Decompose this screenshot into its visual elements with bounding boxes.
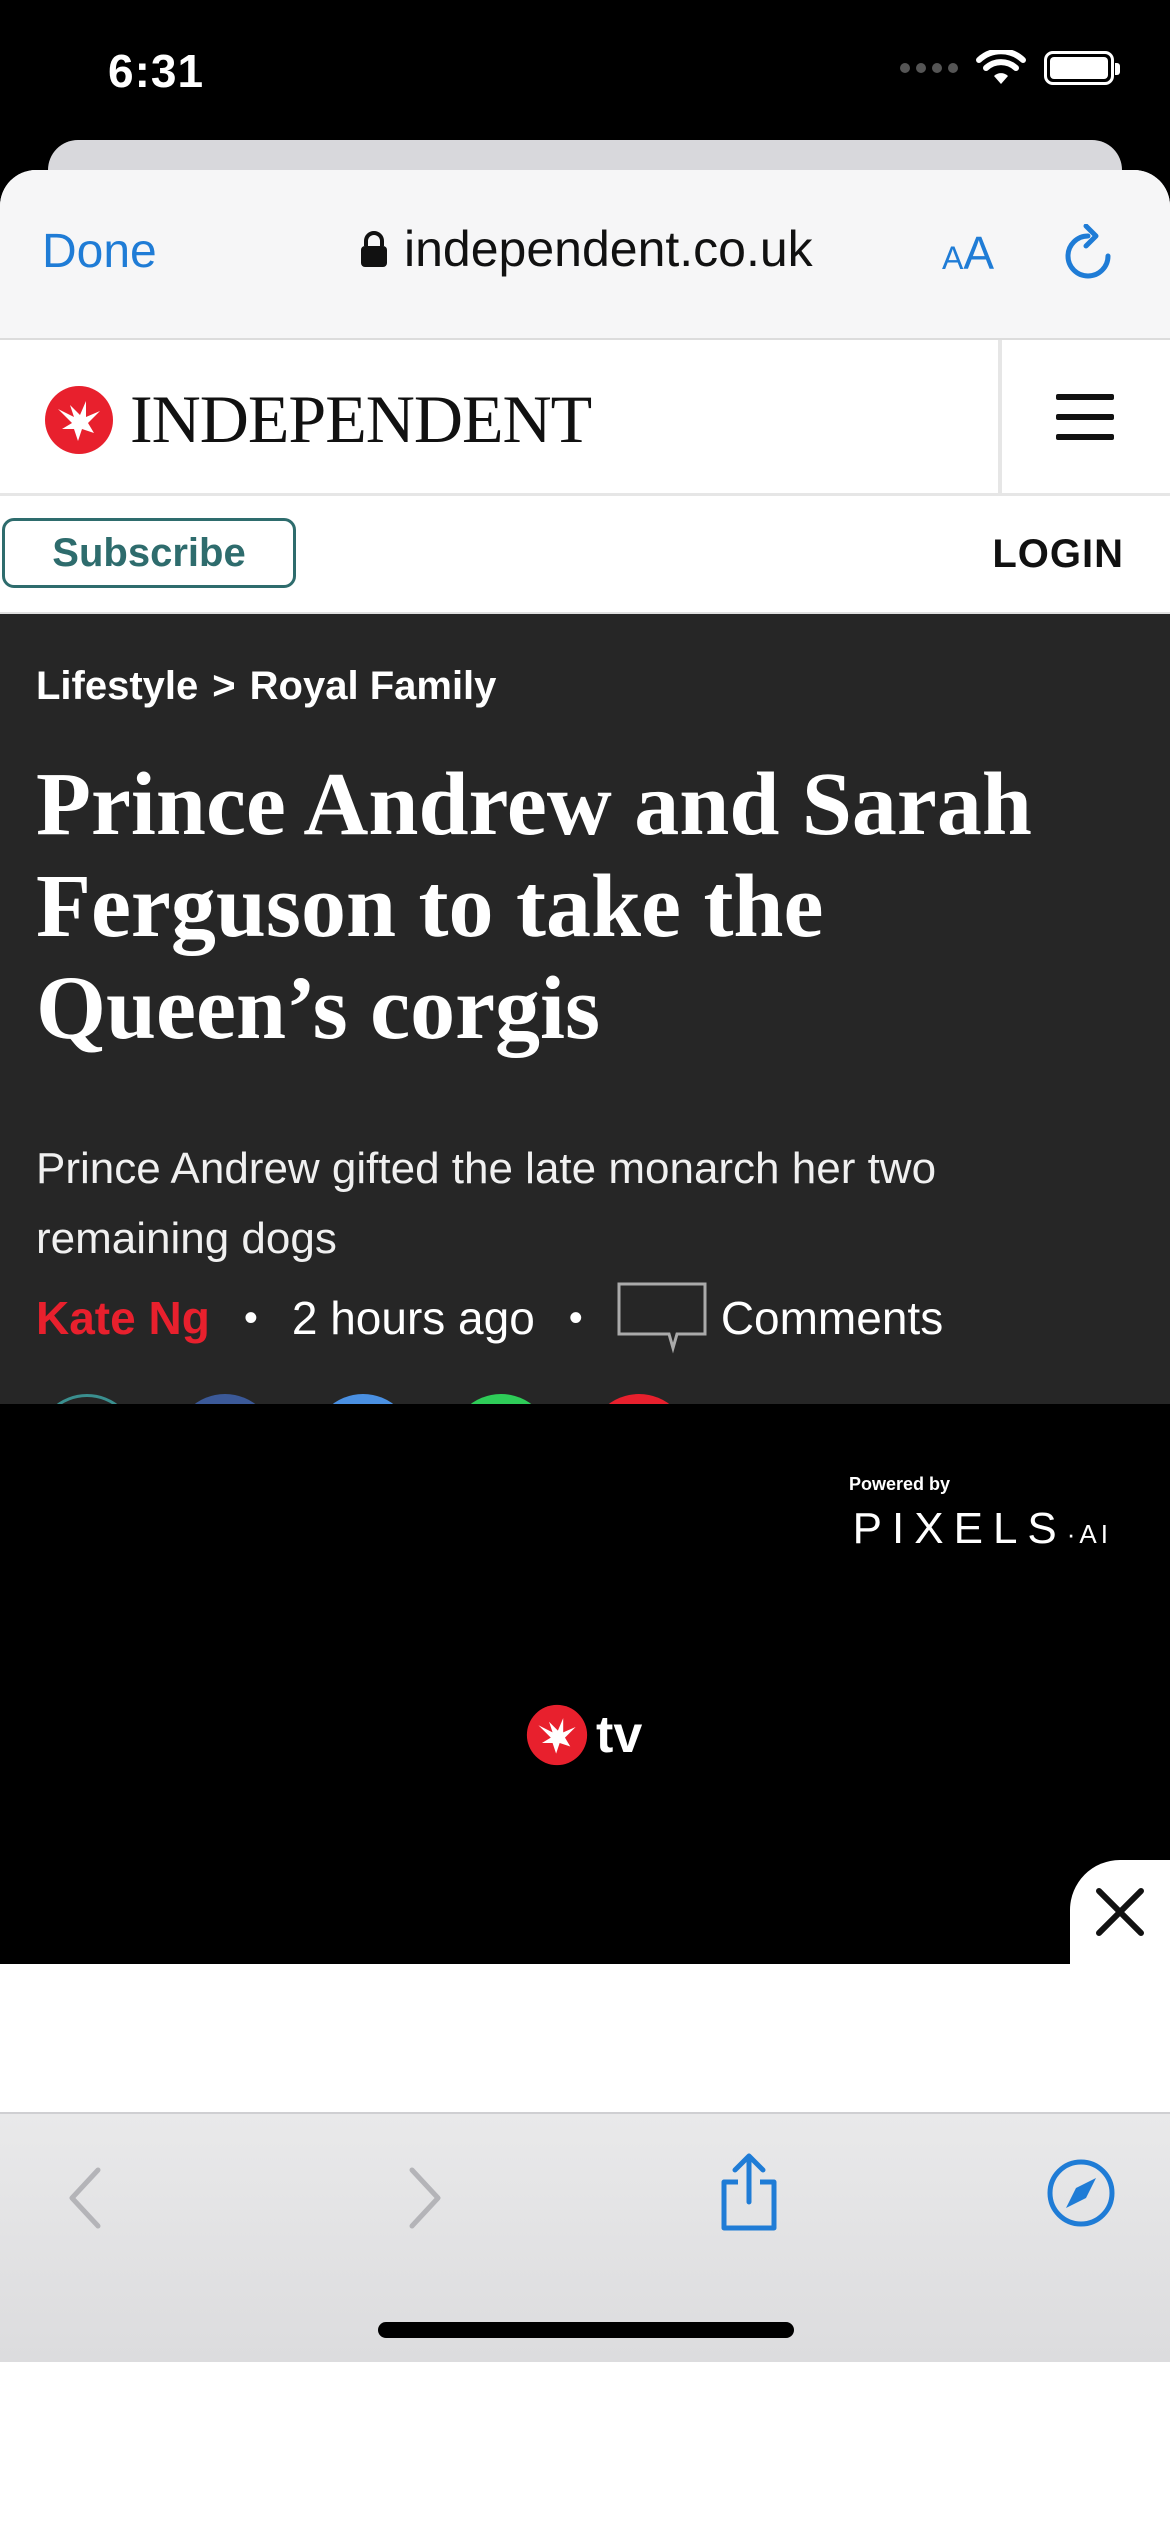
address-bar[interactable]: independent.co.uk: [360, 220, 813, 278]
cellular-signal-icon: [900, 63, 958, 73]
menu-divider: [998, 340, 1002, 496]
byline: Kate Ng • 2 hours ago • Comments: [36, 1278, 943, 1358]
aa-small-letter: A: [942, 240, 964, 276]
author-link[interactable]: Kate Ng: [36, 1291, 210, 1345]
publish-time: 2 hours ago: [291, 1292, 535, 1344]
safari-top-bar: Done independent.co.uk AA: [0, 170, 1170, 340]
eagle-logo-icon: [526, 1704, 588, 1766]
home-indicator[interactable]: [378, 2322, 794, 2338]
done-button[interactable]: Done: [42, 224, 157, 279]
video-player[interactable]: Powered by PIXELS·AI tv: [0, 1404, 1170, 1964]
status-bar: 6:31: [0, 0, 1170, 150]
byline-separator: •: [568, 1295, 583, 1340]
breadcrumb-lifestyle[interactable]: Lifestyle: [36, 664, 198, 709]
login-button[interactable]: LOGIN: [992, 532, 1124, 577]
reload-icon[interactable]: [1062, 224, 1114, 284]
status-icons: [900, 50, 1120, 86]
comments-link[interactable]: Comments: [721, 1291, 943, 1345]
pixels-suffix: ·AI: [1066, 1519, 1112, 1549]
pixels-brand: PIXELS: [852, 1504, 1067, 1553]
ad-space: [0, 1964, 1170, 2112]
reader-text-size-button[interactable]: AA: [942, 226, 994, 280]
wifi-icon: [976, 50, 1026, 84]
eagle-logo-icon: [45, 385, 113, 454]
url-text: independent.co.uk: [404, 221, 813, 277]
logo-text: INDEPENDENT: [130, 381, 592, 457]
powered-by-label: Powered by: [848, 1474, 950, 1494]
breadcrumb: Lifestyle > Royal Family: [36, 664, 496, 709]
site-header: INDEPENDENT: [0, 340, 1170, 496]
independent-tv-logo: tv: [526, 1704, 642, 1766]
share-icon[interactable]: [718, 2152, 780, 2232]
status-time: 6:31: [108, 45, 205, 97]
hamburger-menu-icon[interactable]: [1056, 394, 1114, 440]
subscribe-button[interactable]: Subscribe: [2, 518, 296, 588]
tv-label: tv: [596, 1706, 643, 1764]
breadcrumb-royal-family[interactable]: Royal Family: [250, 664, 497, 709]
subscribe-bar: Subscribe LOGIN: [0, 496, 1170, 614]
comment-bubble-icon[interactable]: [617, 1282, 707, 1354]
back-icon[interactable]: [66, 2166, 106, 2230]
lock-icon: [361, 231, 387, 267]
article-headline: Prince Andrew and Sarah Ferguson to take…: [36, 755, 1032, 1058]
compass-icon[interactable]: [1046, 2158, 1116, 2228]
battery-icon: [1044, 51, 1120, 85]
forward-icon[interactable]: [404, 2166, 444, 2230]
byline-separator: •: [243, 1295, 258, 1340]
close-icon: [1096, 1888, 1144, 1936]
independent-logo[interactable]: INDEPENDENT: [44, 380, 592, 459]
aa-large-letter: A: [963, 227, 995, 279]
breadcrumb-separator: >: [212, 664, 236, 708]
close-video-button[interactable]: [1070, 1860, 1170, 1964]
article-standfirst: Prince Andrew gifted the late monarch he…: [36, 1144, 937, 1263]
pixels-ai-logo: PIXELS·AI: [853, 1504, 1112, 1554]
